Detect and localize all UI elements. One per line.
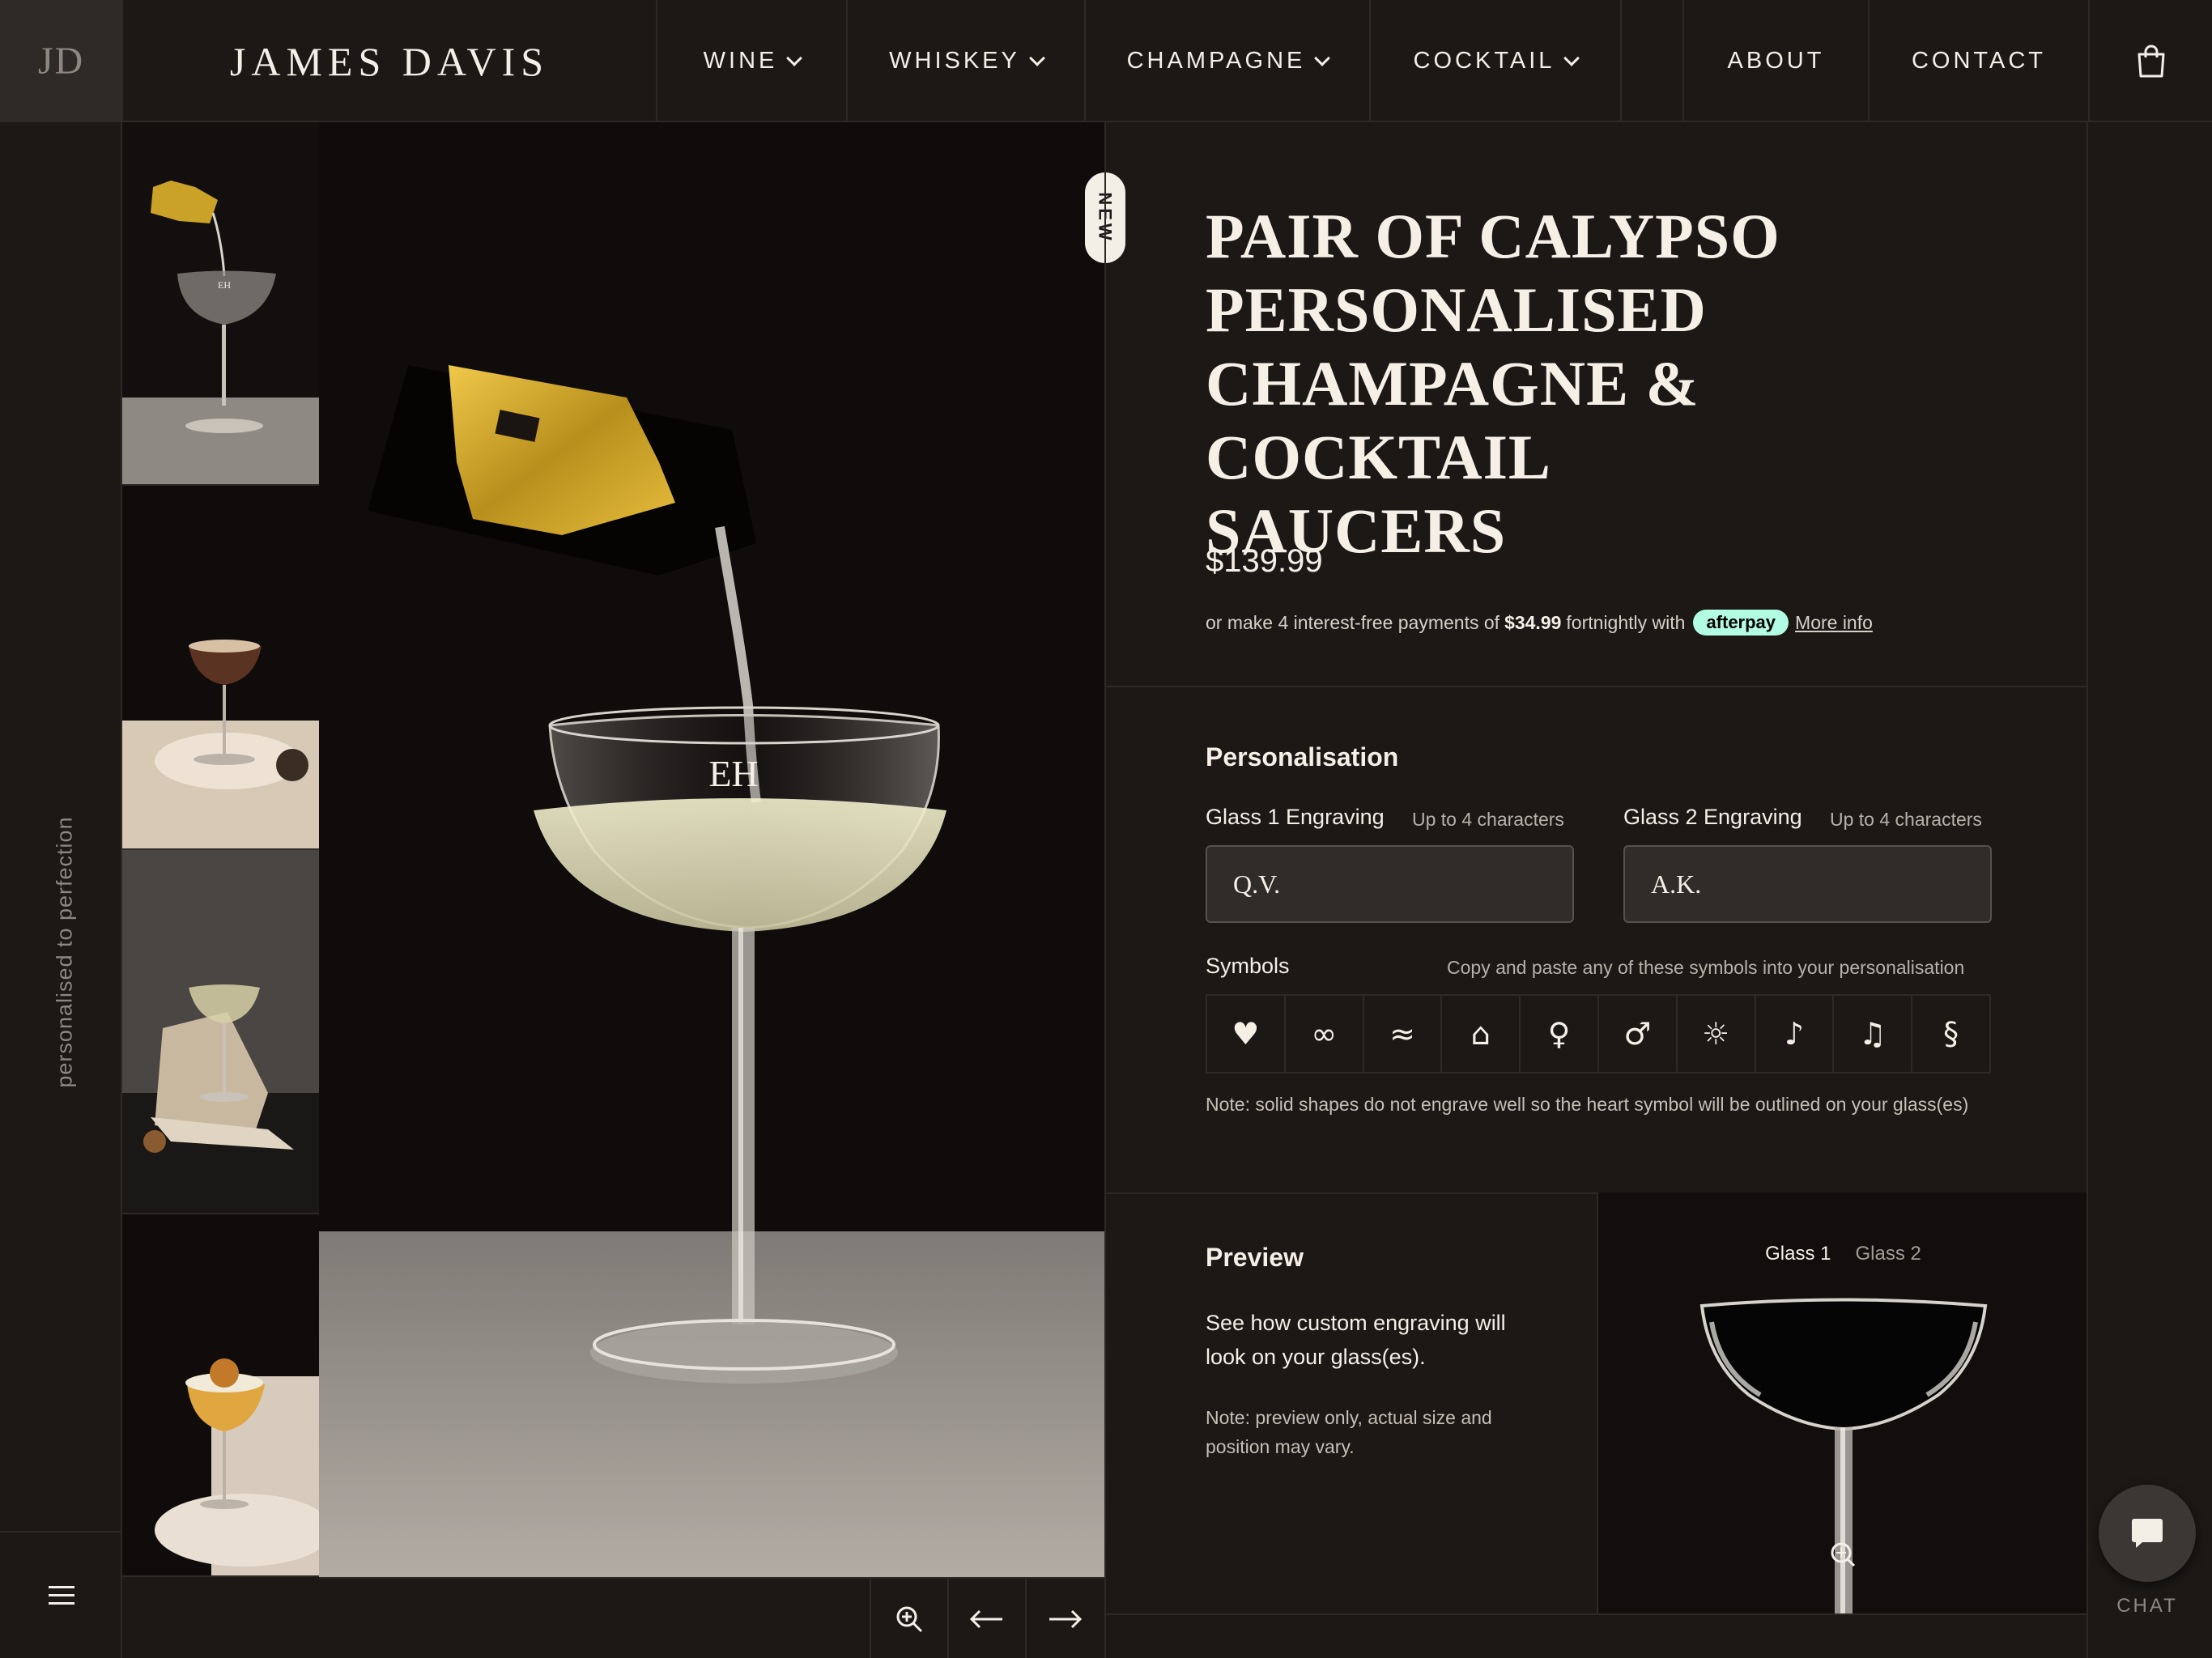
side-rail: personalised to perfection	[0, 122, 122, 1658]
afterpay-logo: afterpay	[1693, 610, 1789, 636]
product-title-line: SAUCERS	[1206, 495, 1507, 566]
site-header: JD JAMES DAVIS WINE WHISKEY CHAMPAGNE CO…	[0, 0, 2212, 122]
afterpay-suffix: fortnightly with	[1566, 611, 1686, 633]
thumbnail-4-image	[155, 1358, 319, 1575]
chat-button[interactable]	[2099, 1485, 2196, 1582]
nav-champagne-label: CHAMPAGNE	[1126, 48, 1306, 74]
symbol-picker: ♥ ∞ ≈ ⌂ ♀ ♂ ☼ ♪ ♫ §	[1206, 994, 1991, 1073]
preview-viewer: Glass 1 Glass 2	[1597, 1192, 2087, 1613]
divider	[1106, 1613, 2087, 1615]
brand-wordmark[interactable]: JAMES DAVIS	[121, 0, 656, 122]
chevron-down-icon	[1028, 49, 1045, 66]
nav-whiskey-label: WHISKEY	[889, 48, 1020, 74]
product-price: $139.99	[1206, 543, 1323, 579]
glass2-engraving-input[interactable]: A.K.	[1623, 845, 1992, 923]
arrow-right-icon	[1049, 1609, 1082, 1629]
glass1-hint: Up to 4 characters	[1412, 809, 1564, 830]
product-title-line: PAIR OF CALYPSO	[1206, 201, 1780, 271]
nav-cocktail[interactable]: COCKTAIL	[1369, 0, 1620, 122]
thumbnail-2-image	[122, 640, 319, 848]
approx-symbol[interactable]: ≈	[1364, 996, 1443, 1072]
nav-wine-label: WINE	[703, 48, 778, 74]
svg-text:EH: EH	[218, 279, 231, 291]
cart-button[interactable]	[2088, 0, 2212, 122]
next-image-button[interactable]	[1025, 1579, 1103, 1658]
product-title-line: CHAMPAGNE & COCKTAIL	[1206, 348, 1699, 492]
infinity-symbol[interactable]: ∞	[1286, 996, 1364, 1072]
section-symbol[interactable]: §	[1912, 996, 1989, 1072]
rail-tagline: personalised to perfection	[52, 816, 77, 1088]
divider	[1106, 686, 2087, 687]
symbols-hint: Copy and paste any of these symbols into…	[1447, 957, 1965, 978]
engraving-note: Note: solid shapes do not engrave well s…	[1206, 1094, 1969, 1115]
chevron-down-icon	[786, 49, 803, 66]
thumbnail-2[interactable]	[122, 486, 319, 850]
male-symbol[interactable]: ♂	[1599, 996, 1678, 1072]
heart-symbol[interactable]: ♥	[1207, 996, 1286, 1072]
zoom-button[interactable]	[870, 1579, 947, 1658]
nav-whiskey[interactable]: WHISKEY	[846, 0, 1084, 122]
symbols-label: Symbols	[1206, 954, 1290, 978]
gallery-controls	[319, 1577, 1104, 1658]
chat-label: CHAT	[2116, 1595, 2178, 1617]
product-title: PAIR OF CALYPSO PERSONALISED CHAMPAGNE &…	[1206, 199, 2056, 568]
sun-symbol[interactable]: ☼	[1678, 996, 1756, 1072]
chat-bubble-icon	[2132, 1519, 2163, 1548]
thumbnail-4[interactable]	[122, 1214, 319, 1577]
nav-about[interactable]: ABOUT	[1682, 0, 1868, 122]
zoom-in-icon	[896, 1606, 923, 1633]
main-product-illustration: EH	[319, 122, 1104, 1577]
jd-logo[interactable]: JD	[0, 0, 122, 122]
main-product-image[interactable]: EH	[319, 122, 1104, 1577]
menu-button[interactable]	[0, 1531, 122, 1658]
glass2-hint: Up to 4 characters	[1830, 809, 1982, 830]
chevron-down-icon	[1314, 49, 1331, 66]
female-symbol[interactable]: ♀	[1521, 996, 1599, 1072]
nav-wine[interactable]: WINE	[656, 0, 846, 122]
engraving-text: EH	[708, 753, 758, 794]
nav-contact[interactable]: CONTACT	[1868, 0, 2088, 122]
nav-champagne[interactable]: CHAMPAGNE	[1084, 0, 1369, 122]
product-title-line: PERSONALISED	[1206, 274, 1707, 345]
nav-cocktail-label: COCKTAIL	[1413, 48, 1555, 74]
house-symbol[interactable]: ⌂	[1442, 996, 1521, 1072]
shopping-bag-icon	[2138, 45, 2164, 77]
product-panel: PAIR OF CALYPSO PERSONALISED CHAMPAGNE &…	[1104, 122, 2088, 1658]
afterpay-prefix: or make 4 interest-free payments of	[1206, 611, 1500, 633]
thumbnail-3[interactable]	[122, 850, 319, 1214]
hamburger-menu-icon	[48, 1585, 74, 1605]
thumbnail-strip: EH	[122, 122, 319, 1577]
note-symbol[interactable]: ♪	[1756, 996, 1835, 1072]
more-info-link[interactable]: More info	[1795, 612, 1873, 634]
thumbnail-3-image	[122, 850, 319, 1213]
nav-contact-label: CONTACT	[1911, 48, 2046, 74]
preview-glass-image	[1699, 1298, 1988, 1613]
preview-info: Preview See how custom engraving will lo…	[1106, 1192, 1597, 1613]
prev-image-button[interactable]	[947, 1579, 1025, 1658]
glass1-engraving-input[interactable]: Q.V.	[1206, 845, 1574, 923]
glass1-label: Glass 1 Engraving	[1206, 805, 1385, 829]
thumbnail-1-image: EH	[122, 181, 319, 484]
afterpay-info: or make 4 interest-free payments of $34.…	[1206, 610, 1873, 636]
nav-spacer	[1620, 0, 1682, 122]
preview-description: See how custom engraving will look on yo…	[1206, 1311, 1506, 1369]
thumbnail-1[interactable]: EH	[122, 122, 319, 486]
personalisation-heading: Personalisation	[1206, 742, 1399, 772]
glass2-label: Glass 2 Engraving	[1623, 805, 1802, 829]
double-note-symbol[interactable]: ♫	[1834, 996, 1913, 1072]
preview-note: Note: preview only, actual size and posi…	[1206, 1407, 1492, 1457]
afterpay-amount: $34.99	[1504, 611, 1562, 633]
chevron-down-icon	[1563, 49, 1580, 66]
arrow-left-icon	[970, 1609, 1002, 1629]
nav-about-label: ABOUT	[1727, 48, 1825, 74]
preview-heading: Preview	[1206, 1243, 1304, 1272]
